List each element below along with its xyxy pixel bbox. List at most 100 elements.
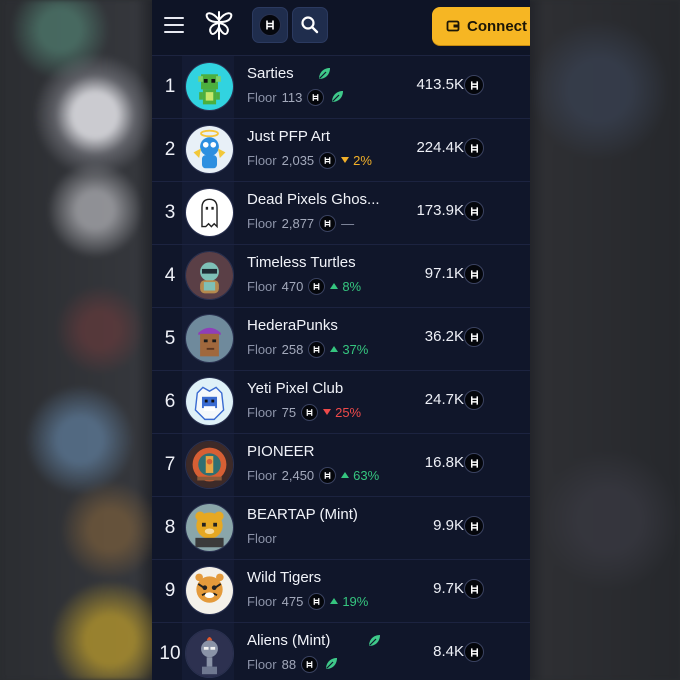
collection-avatar[interactable] [185, 314, 234, 363]
connect-wallet-button[interactable]: Connect [432, 7, 530, 45]
rank-number: 3 [164, 202, 176, 223]
hbar-icon [319, 466, 337, 484]
hbar-icon [464, 75, 484, 95]
rank-number: 10 [159, 643, 181, 664]
hbar-icon [464, 201, 484, 221]
rank-number: 2 [164, 139, 176, 160]
collection-list: 1 Sarties Floor 113 413.5K 2 Just PFP Art Floor… [152, 56, 530, 680]
search-icon [301, 16, 319, 34]
rank-number: 5 [164, 328, 176, 349]
hbar-icon [301, 403, 319, 421]
hbar-icon [464, 138, 484, 158]
price-change: 37% [330, 342, 368, 357]
volume-value: 413.5K [416, 76, 464, 93]
collection-row[interactable]: 2 Just PFP Art Floor 2,035 2% 224.4K [152, 119, 530, 182]
floor-label: Floor [247, 593, 277, 609]
floor-price: 88 [281, 656, 297, 672]
collection-name[interactable]: PIONEER [247, 443, 315, 460]
collection-avatar[interactable] [185, 440, 234, 489]
floor-info: Floor 258 37% [247, 340, 368, 358]
floor-label: Floor [247, 530, 277, 546]
floor-label: Floor [247, 152, 277, 168]
leaf-icon [366, 633, 382, 649]
floor-price: 2,877 [281, 215, 315, 231]
price-change-value: 37% [342, 341, 369, 357]
floor-label: Floor [247, 89, 277, 105]
collection-name[interactable]: Wild Tigers [247, 569, 321, 586]
volume-value: 9.9K [433, 517, 464, 534]
volume-value: 8.4K [433, 643, 464, 660]
price-change: 2% [341, 153, 372, 168]
collection-name[interactable]: Timeless Turtles [247, 254, 356, 271]
floor-label: Floor [247, 467, 277, 483]
hamburger-icon[interactable] [164, 17, 184, 33]
floor-label: Floor [247, 656, 277, 672]
volume-value: 36.2K [424, 328, 464, 345]
collection-name[interactable]: Aliens (Mint) [247, 632, 330, 649]
floor-price: 470 [281, 278, 304, 294]
floor-price: 113 [281, 89, 303, 105]
hbar-icon [464, 642, 484, 662]
collection-row[interactable]: 4 Timeless Turtles Floor 470 8% 97.1K [152, 245, 530, 308]
connect-label: Connect [467, 17, 527, 35]
butterfly-logo-icon[interactable] [202, 8, 236, 42]
collection-avatar[interactable] [185, 251, 234, 300]
rank-number: 9 [164, 580, 176, 601]
floor-price: 2,450 [281, 467, 315, 483]
collection-row[interactable]: 3 Dead Pixels Ghos... Floor 2,877 — 173.9K [152, 182, 530, 245]
collection-row[interactable]: 6 Yeti Pixel Club Floor 75 25% 24.7K [152, 371, 530, 434]
hbar-icon [308, 592, 326, 610]
collection-name[interactable]: BEARTAP (Mint) [247, 506, 358, 523]
collection-row[interactable]: 5 HederaPunks Floor 258 37% 36.2K [152, 308, 530, 371]
volume-value: 16.8K [424, 454, 464, 471]
rank-number: 7 [164, 454, 176, 475]
leaf-icon [329, 89, 345, 105]
price-change: — [341, 216, 354, 231]
collection-avatar[interactable] [185, 377, 234, 426]
currency-button[interactable] [252, 7, 288, 43]
floor-price: 475 [281, 593, 304, 609]
rank-number: 1 [164, 76, 176, 97]
floor-price: 258 [281, 341, 304, 357]
floor-label: Floor [247, 341, 277, 357]
volume-value: 9.7K [433, 580, 464, 597]
collection-avatar[interactable] [185, 503, 234, 552]
hbar-icon [464, 327, 484, 347]
app-screen: Connect 1 Sarties Floor 113 413.5K 2 Just PFP … [152, 0, 530, 680]
collection-name[interactable]: Just PFP Art [247, 128, 330, 145]
floor-label: Floor [247, 278, 277, 294]
collection-row[interactable]: 10 Aliens (Mint) Floor 88 8.4K [152, 623, 530, 680]
collection-avatar[interactable] [185, 125, 234, 174]
floor-info: Floor 2,450 63% [247, 466, 379, 484]
hbar-icon [464, 390, 484, 410]
volume-value: 224.4K [416, 139, 464, 156]
floor-info: Floor 75 25% [247, 403, 361, 421]
hbar-icon [464, 264, 484, 284]
collection-row[interactable]: 1 Sarties Floor 113 413.5K [152, 56, 530, 119]
collection-name[interactable]: HederaPunks [247, 317, 338, 334]
floor-info: Floor 2,035 2% [247, 151, 372, 169]
collection-avatar[interactable] [185, 188, 234, 237]
price-change-value: 25% [335, 404, 362, 420]
collection-name[interactable]: Dead Pixels Ghos... [247, 191, 380, 208]
collection-avatar[interactable] [185, 566, 234, 615]
floor-label: Floor [247, 404, 277, 420]
hbar-icon [464, 453, 484, 473]
hbar-icon [464, 579, 484, 599]
floor-info: Floor 2,877 — [247, 214, 354, 232]
search-button[interactable] [292, 7, 328, 43]
collection-row[interactable]: 7 PIONEER Floor 2,450 63% 16.8K [152, 434, 530, 497]
collection-avatar[interactable] [185, 629, 234, 678]
floor-info: Floor 470 8% [247, 277, 361, 295]
collection-row[interactable]: 8 BEARTAP (Mint) Floor 9.9K [152, 497, 530, 560]
collection-name[interactable]: Sarties [247, 65, 294, 82]
volume-value: 24.7K [424, 391, 464, 408]
collection-row[interactable]: 9 Wild Tigers Floor 475 19% 9.7K [152, 560, 530, 623]
collection-avatar[interactable] [185, 62, 234, 111]
collection-name[interactable]: Yeti Pixel Club [247, 380, 343, 397]
leaf-icon [316, 66, 332, 82]
price-change: 25% [323, 405, 361, 420]
hbar-icon [301, 655, 319, 673]
price-change-value: 8% [342, 278, 362, 294]
floor-label: Floor [247, 215, 277, 231]
